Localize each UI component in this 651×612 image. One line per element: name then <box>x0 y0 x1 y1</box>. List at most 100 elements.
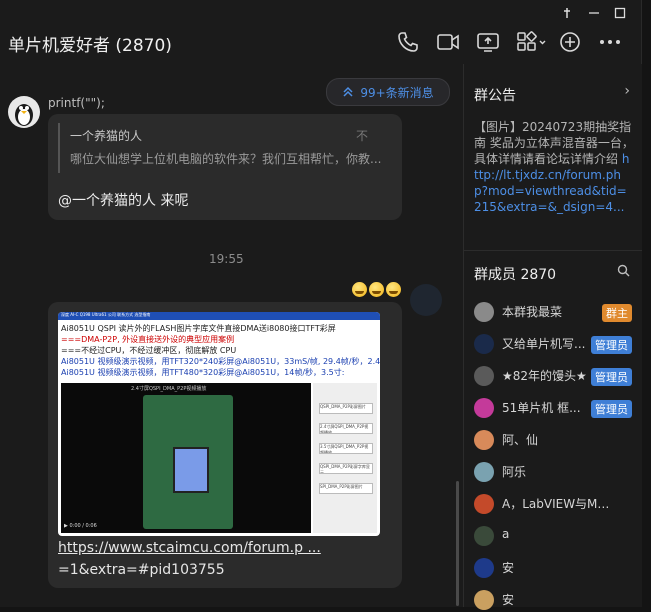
member-item[interactable]: 51单片机 框... 管理员 <box>474 396 632 420</box>
member-item[interactable]: 本群我最菜 群主 <box>474 300 632 324</box>
minimize-button[interactable] <box>583 4 605 22</box>
image-text-line: Ai8051U 视频级演示视频，用TFT480*320彩屏@Ai8051U，14… <box>61 368 345 377</box>
member-item[interactable]: 又给单片机写... 管理员 <box>474 332 632 356</box>
member-item[interactable]: 阿乐 <box>474 460 632 484</box>
smile-emoji-icon <box>352 282 367 297</box>
screen-share-icon <box>477 33 499 52</box>
member-name: A，LabVIEW与Multi... <box>502 497 614 511</box>
plus-circle-icon <box>560 32 580 52</box>
chevron-right-icon[interactable]: › <box>624 83 630 99</box>
smile-emoji-icon <box>369 282 384 297</box>
member-role-badge: 群主 <box>602 304 632 322</box>
member-name: 51单片机 框... <box>502 401 581 415</box>
video-caption: 2.4寸屏QSPI_DMA_P2P视频播放 <box>131 386 207 392</box>
message-link-continuation: =1&extra=#pid103755 <box>58 562 225 578</box>
playlist-item: QSPI_DMA_P2P彩屏图片 <box>319 403 373 414</box>
playlist-item: SPI_DMA_P2P彩屏图片 <box>319 483 373 494</box>
message-sender: printf(""); <box>48 96 105 110</box>
phone-icon <box>398 32 418 52</box>
own-avatar[interactable] <box>410 284 442 316</box>
video-frame-screen <box>173 447 209 493</box>
screen-share-button[interactable] <box>476 30 500 54</box>
chat-scrollbar[interactable] <box>456 481 459 606</box>
quoted-text: 哪位大仙想学上位机电脑的软件来？我们互相帮忙，你教... <box>70 152 382 166</box>
notice-title[interactable]: 群公告 <box>474 85 516 105</box>
members-title: 群成员 2870 <box>474 267 557 283</box>
quoted-message[interactable]: 一个养猫的人 不 哪位大仙想学上位机电脑的软件来？我们互相帮忙，你教... <box>58 123 381 173</box>
image-text-line: Ai8051U QSPI 读片外的FLASH图片字库文件直接DMA送i8080接… <box>61 324 336 333</box>
member-name: 安 <box>502 593 515 607</box>
video-play-time[interactable]: ▶ 0:00 / 0:06 <box>64 523 97 529</box>
quote-mark: 不 <box>355 129 368 143</box>
search-members-button[interactable] <box>617 264 630 281</box>
video-camera-icon <box>437 34 459 50</box>
panel-divider <box>464 250 642 251</box>
member-role-badge: 管理员 <box>591 336 632 354</box>
member-item[interactable]: a <box>474 524 632 548</box>
member-name: a <box>502 527 510 541</box>
member-item[interactable]: ★82年的馒头★ 管理员 <box>474 364 632 388</box>
member-avatar[interactable] <box>474 526 494 546</box>
member-name: 阿、仙 <box>502 433 539 447</box>
double-chevron-up-icon <box>343 86 353 97</box>
new-messages-label: 99+条新消息 <box>360 85 434 100</box>
quoted-sender: 一个养猫的人 <box>70 129 143 143</box>
message-list[interactable]: 99+条新消息 printf(""); 一个养猫的人 不 哪位大仙想学上位机电脑… <box>0 64 462 607</box>
message-bubble[interactable]: 一个养猫的人 不 哪位大仙想学上位机电脑的软件来？我们互相帮忙，你教... @一… <box>48 114 402 220</box>
message-image[interactable]: 深度 AI-C Q198 Ultra61 公司 联系方式 选型指南 Ai8051… <box>58 312 380 536</box>
chat-window: 单片机爱好者 (2870) 99+条新消息 printf(""); 一个养猫的人… <box>0 0 642 610</box>
member-avatar[interactable] <box>474 302 494 322</box>
search-icon <box>617 264 630 277</box>
member-avatar[interactable] <box>474 558 494 578</box>
member-avatar[interactable] <box>474 590 494 610</box>
apps-button[interactable] <box>516 30 548 54</box>
message-text: @一个养猫的人 来呢 <box>58 193 189 209</box>
apps-grid-icon <box>517 31 546 51</box>
avatar[interactable] <box>8 96 40 128</box>
image-nav-bar: 深度 AI-C Q198 Ultra61 公司 联系方式 选型指南 <box>58 312 380 320</box>
image-text-line: ===DMA-P2P, 外设直接送外设的典型应用案例 <box>61 335 235 344</box>
more-dots-icon <box>600 40 620 44</box>
group-title[interactable]: 单片机爱好者 (2870) <box>8 31 172 56</box>
image-nav-text: 深度 AI-C Q198 Ultra61 公司 联系方式 选型指南 <box>61 312 151 317</box>
member-name: ★82年的馒头★ <box>502 369 587 383</box>
maximize-button[interactable] <box>609 4 631 22</box>
maximize-icon <box>614 7 626 19</box>
member-item[interactable]: A，LabVIEW与Multi... <box>474 492 632 516</box>
member-role-badge: 管理员 <box>591 400 632 418</box>
add-member-button[interactable] <box>558 30 582 54</box>
member-name: 阿乐 <box>502 465 527 479</box>
member-avatar[interactable] <box>474 398 494 418</box>
video-call-button[interactable] <box>436 30 460 54</box>
member-item[interactable]: 阿、仙 <box>474 428 632 452</box>
voice-call-button[interactable] <box>396 30 420 54</box>
member-avatar[interactable] <box>474 430 494 450</box>
member-avatar[interactable] <box>474 366 494 386</box>
pin-icon <box>564 8 570 18</box>
playlist-item: 2.4寸屏QSPI_DMA_P2P视频播放 <box>319 423 373 434</box>
member-avatar[interactable] <box>474 494 494 514</box>
member-name: 本群我最菜 <box>502 305 563 319</box>
member-avatar[interactable] <box>474 462 494 482</box>
title-bar: 单片机爱好者 (2870) <box>0 0 641 64</box>
more-button[interactable] <box>598 30 622 54</box>
member-role-badge: 管理员 <box>591 368 632 386</box>
member-name: 安 <box>502 561 515 575</box>
group-info-panel: 群公告 › 【图片】20240723期抽奖指南 奖品为立体声混音器一台，具体详情… <box>463 64 642 610</box>
video-time: 0:00 / 0:06 <box>69 523 97 529</box>
member-item[interactable]: 安 <box>474 588 632 612</box>
smile-emoji-icon <box>386 282 401 297</box>
play-icon[interactable]: ▶ <box>64 523 68 529</box>
playlist-item: QSPI_DMA_P2P彩屏字库显示 <box>319 463 373 474</box>
new-messages-button[interactable]: 99+条新消息 <box>326 78 450 106</box>
penguin-avatar-icon <box>15 104 33 126</box>
pin-button[interactable] <box>556 4 578 22</box>
message-timestamp: 19:55 <box>209 252 244 266</box>
video-playlist: QSPI_DMA_P2P彩屏图片 2.4寸屏QSPI_DMA_P2P视频播放 3… <box>313 383 377 533</box>
message-link[interactable]: https://www.stcaimcu.com/forum.p ... <box>58 540 321 556</box>
member-avatar[interactable] <box>474 334 494 354</box>
video-player[interactable]: 2.4寸屏QSPI_DMA_P2P视频播放 ▶ 0:00 / 0:06 <box>61 383 311 533</box>
group-notice[interactable]: 【图片】20240723期抽奖指南 奖品为立体声混音器一台，具体详情请看论坛详情… <box>474 119 634 215</box>
member-item[interactable]: 安 <box>474 556 632 580</box>
notice-text: 【图片】20240723期抽奖指南 奖品为立体声混音器一台，具体详情请看论坛详情… <box>474 120 634 166</box>
